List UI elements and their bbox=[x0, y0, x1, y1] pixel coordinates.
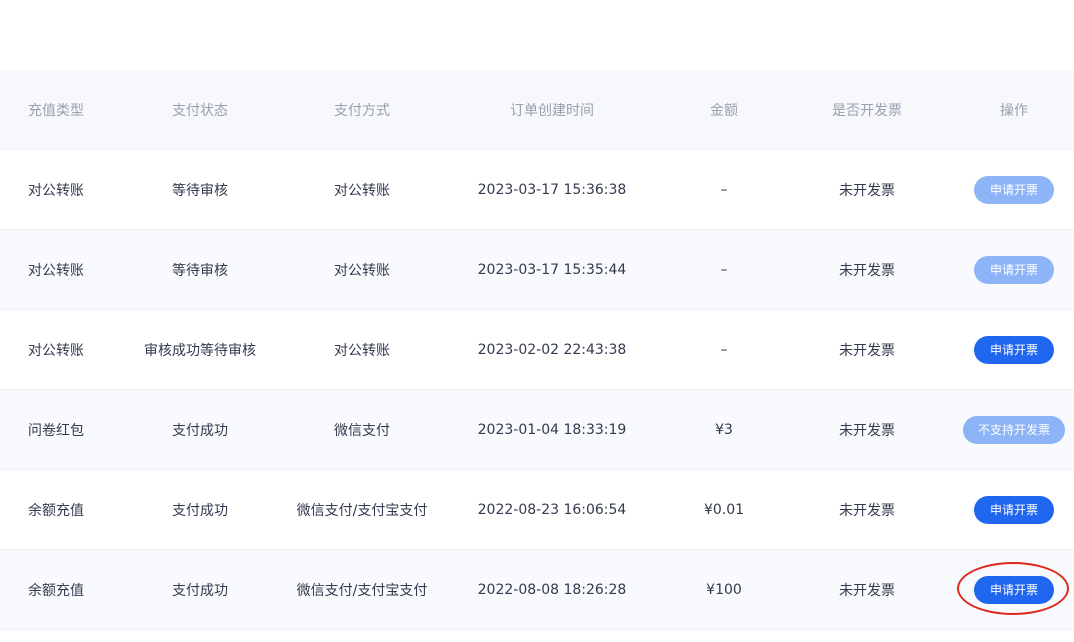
header-amount: 金额 bbox=[710, 102, 738, 119]
amount: ¥3 bbox=[715, 421, 733, 438]
apply-invoice-button[interactable]: 申请开票 bbox=[973, 255, 1054, 284]
action-cell: 不支持开发票 bbox=[954, 415, 1074, 444]
recharge-type: 余额充值 bbox=[28, 582, 84, 599]
amount: – bbox=[720, 181, 728, 198]
apply-invoice-button[interactable]: 申请开票 bbox=[973, 335, 1054, 364]
invoice-status: 未开发票 bbox=[839, 262, 895, 279]
invoice-unsupported-button[interactable]: 不支持开发票 bbox=[962, 415, 1065, 444]
invoice-status: 未开发票 bbox=[839, 502, 895, 519]
payment-status: 支付成功 bbox=[172, 422, 228, 439]
action-cell: 申请开票 bbox=[954, 255, 1074, 284]
amount: – bbox=[720, 341, 728, 358]
payment-method: 对公转账 bbox=[334, 342, 390, 359]
action-cell: 申请开票 bbox=[954, 335, 1074, 364]
payment-status: 支付成功 bbox=[172, 502, 228, 519]
amount: – bbox=[720, 261, 728, 278]
action-cell: 申请开票 bbox=[954, 495, 1074, 524]
created-time: 2022-08-08 18:26:28 bbox=[477, 581, 627, 598]
payment-method: 对公转账 bbox=[334, 262, 390, 279]
table-row: 问卷红包 支付成功 微信支付 2023-01-04 18:33:19 ¥3 未开… bbox=[0, 390, 1074, 470]
invoice-status: 未开发票 bbox=[839, 582, 895, 599]
orders-table: 充值类型 支付状态 支付方式 订单创建时间 金额 是否开发票 操作 对公转账 等… bbox=[0, 70, 1074, 630]
created-time: 2023-01-04 18:33:19 bbox=[477, 421, 627, 438]
payment-status: 支付成功 bbox=[172, 582, 228, 599]
recharge-type: 对公转账 bbox=[28, 182, 84, 199]
payment-method: 微信支付 bbox=[334, 422, 390, 439]
action-cell: 申请开票 bbox=[954, 575, 1074, 604]
header-action: 操作 bbox=[1000, 102, 1028, 119]
created-time: 2023-03-17 15:35:44 bbox=[477, 261, 627, 278]
payment-method: 对公转账 bbox=[334, 182, 390, 199]
table-header: 充值类型 支付状态 支付方式 订单创建时间 金额 是否开发票 操作 bbox=[0, 70, 1074, 150]
payment-status: 等待审核 bbox=[172, 182, 228, 199]
table-row: 对公转账 等待审核 对公转账 2023-03-17 15:36:38 – 未开发… bbox=[0, 150, 1074, 230]
header-invoice-status: 是否开发票 bbox=[832, 102, 902, 119]
table-row: 余额充值 支付成功 微信支付/支付宝支付 2022-08-23 16:06:54… bbox=[0, 470, 1074, 550]
payment-status: 等待审核 bbox=[172, 262, 228, 279]
apply-invoice-button[interactable]: 申请开票 bbox=[973, 575, 1054, 604]
payment-status: 审核成功等待审核 bbox=[144, 342, 256, 359]
header-recharge-type: 充值类型 bbox=[28, 102, 84, 119]
recharge-type: 对公转账 bbox=[28, 262, 84, 279]
amount: ¥100 bbox=[706, 581, 742, 598]
table-row: 对公转账 审核成功等待审核 对公转账 2023-02-02 22:43:38 –… bbox=[0, 310, 1074, 390]
invoice-status: 未开发票 bbox=[839, 422, 895, 439]
payment-method: 微信支付/支付宝支付 bbox=[296, 582, 428, 599]
recharge-type: 问卷红包 bbox=[28, 422, 84, 439]
invoice-status: 未开发票 bbox=[839, 182, 895, 199]
action-cell: 申请开票 bbox=[954, 175, 1074, 204]
invoice-status: 未开发票 bbox=[839, 342, 895, 359]
recharge-type: 余额充值 bbox=[28, 502, 84, 519]
invoice-orders-page: 充值类型 支付状态 支付方式 订单创建时间 金额 是否开发票 操作 对公转账 等… bbox=[0, 0, 1074, 642]
header-created-time: 订单创建时间 bbox=[510, 102, 594, 119]
apply-invoice-button[interactable]: 申请开票 bbox=[973, 175, 1054, 204]
apply-invoice-button[interactable]: 申请开票 bbox=[973, 495, 1054, 524]
created-time: 2023-02-02 22:43:38 bbox=[477, 341, 627, 358]
created-time: 2023-03-17 15:36:38 bbox=[477, 181, 627, 198]
table-row: 对公转账 等待审核 对公转账 2023-03-17 15:35:44 – 未开发… bbox=[0, 230, 1074, 310]
amount: ¥0.01 bbox=[703, 501, 745, 518]
table-row: 余额充值 支付成功 微信支付/支付宝支付 2022-08-08 18:26:28… bbox=[0, 550, 1074, 630]
header-payment-method: 支付方式 bbox=[334, 102, 390, 119]
created-time: 2022-08-23 16:06:54 bbox=[477, 501, 627, 518]
header-payment-status: 支付状态 bbox=[172, 102, 228, 119]
recharge-type: 对公转账 bbox=[28, 342, 84, 359]
payment-method: 微信支付/支付宝支付 bbox=[296, 502, 428, 519]
